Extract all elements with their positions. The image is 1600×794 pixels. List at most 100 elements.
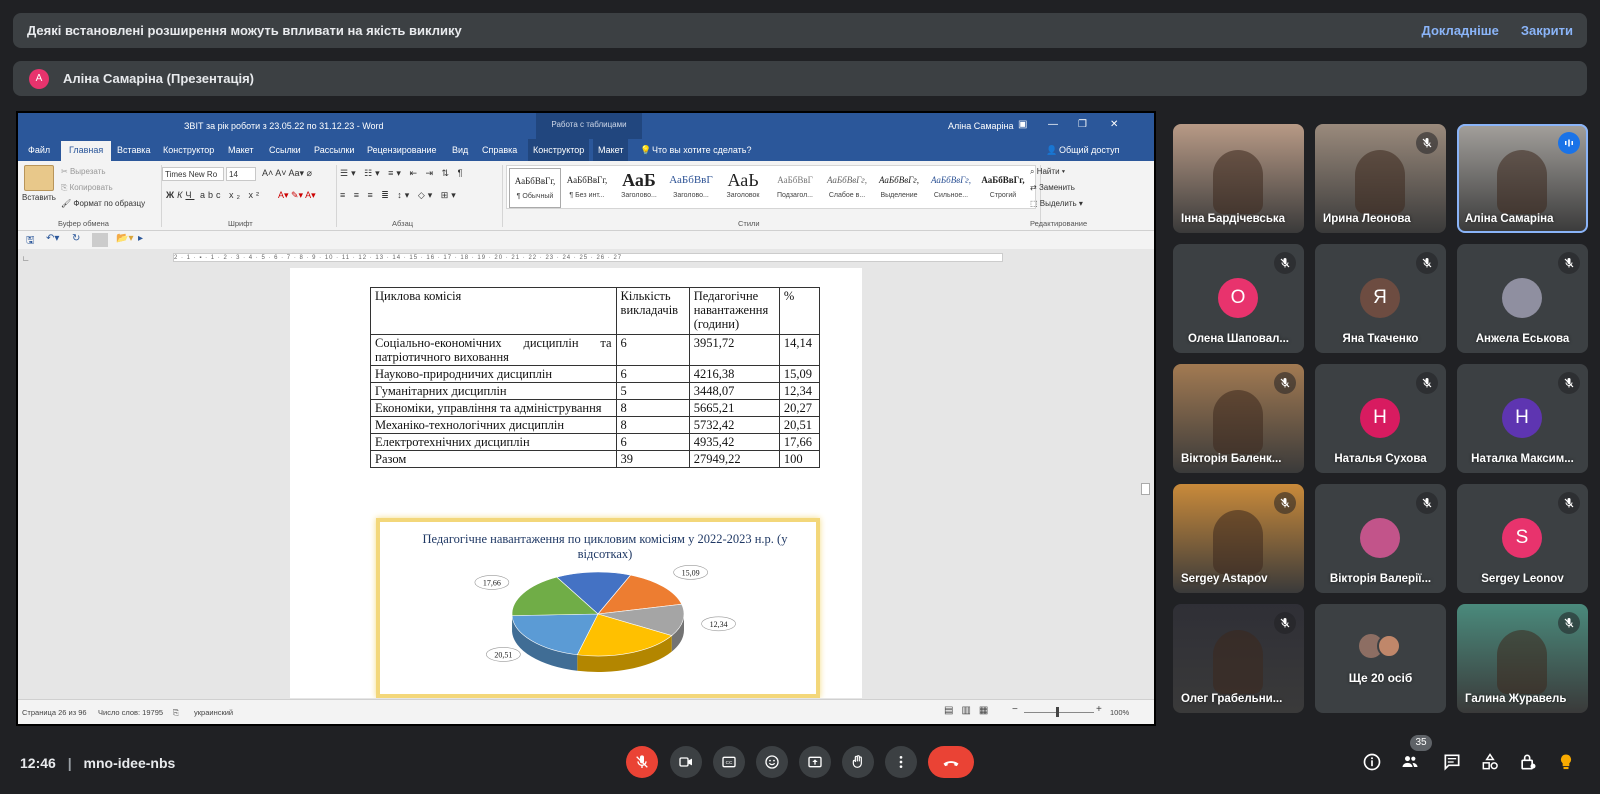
style-subtitle[interactable]: АаБбВвГ Подзагол... (769, 168, 821, 208)
participant-tile[interactable]: S Sergey Leonov (1457, 484, 1588, 593)
participant-tile[interactable]: Н Наталка Максим... (1457, 364, 1588, 473)
tab-layout[interactable]: Макет (228, 145, 253, 155)
tab-table-design[interactable]: Конструктор (528, 139, 590, 161)
zoom-out-icon[interactable]: − (1012, 704, 1018, 715)
zoom-slider-thumb[interactable] (1056, 707, 1059, 717)
tab-view[interactable]: Вид (452, 145, 468, 155)
tab-review[interactable]: Рецензирование (367, 145, 437, 155)
style-strong[interactable]: АаБбВвГг, Строгий (977, 168, 1029, 208)
maximize-icon[interactable]: ❐ (1078, 119, 1087, 130)
font-color-icon[interactable]: A▾ ✎▾ A▾ (278, 190, 316, 201)
document-page[interactable]: Циклова комісія Кількість викладачів Пед… (290, 268, 862, 698)
paste-button[interactable]: Вставить (22, 193, 56, 202)
participant-tile[interactable]: О Олена Шаповал... (1173, 244, 1304, 353)
host-controls-button[interactable] (1516, 750, 1540, 774)
find-button[interactable]: ⌕ Найти ▾ (1030, 167, 1065, 177)
styles-gallery[interactable]: АаБбВвГг, ¶ Обычный АаБбВвГг, ¶ Без инт...… (506, 165, 1036, 209)
participant-tile[interactable]: Я Яна Ткаченко (1315, 244, 1446, 353)
meeting-code[interactable]: mno-idee-nbs (84, 755, 176, 771)
meeting-details-button[interactable] (1360, 750, 1384, 774)
participant-photo-avatar (1360, 518, 1400, 558)
participant-tile[interactable]: Олег Грабельни... (1173, 604, 1304, 713)
ribbon-display-icon[interactable]: ▣ (1018, 119, 1027, 130)
activities-button[interactable] (1478, 750, 1502, 774)
redo-icon[interactable]: ↻ (72, 233, 80, 244)
tab-mailings[interactable]: Рассылки (314, 145, 354, 155)
style-heading-1[interactable]: АаБ Заголово... (613, 168, 665, 208)
style-no-spacing[interactable]: АаБбВвГг, ¶ Без инт... (561, 168, 613, 208)
list-buttons[interactable]: ☰▾ ☷▾ ≡▾ ⇤ ⇥ ⇅ ¶ (340, 168, 465, 179)
tell-me-box[interactable]: Что вы хотите сделать? (652, 145, 752, 155)
align-buttons[interactable]: ≡ ≡ ≡ ≣ ↕▾ ◇▾ ⊞▾ (340, 190, 459, 201)
proofing-icon[interactable]: ⎘ (173, 708, 179, 718)
participant-tile[interactable]: Інна Бардічевська (1173, 124, 1304, 233)
camera-button[interactable] (670, 746, 702, 778)
more-options-button[interactable] (885, 746, 917, 778)
minimize-icon[interactable]: — (1048, 119, 1058, 130)
chat-button[interactable] (1440, 750, 1464, 774)
people-button[interactable] (1398, 750, 1422, 774)
scroll-thumb[interactable] (1141, 483, 1150, 495)
save-icon[interactable]: 🖫 (26, 233, 35, 250)
copy-button[interactable]: ⎘ Копировать (61, 183, 113, 193)
raise-hand-button[interactable] (842, 746, 874, 778)
style-emphasis[interactable]: АаБбВвГг, Выделение (873, 168, 925, 208)
leave-call-button[interactable] (928, 746, 974, 778)
open-icon[interactable]: 📂▾ (116, 233, 133, 244)
zoom-in-icon[interactable]: + (1096, 704, 1102, 715)
language[interactable]: украинский (194, 708, 233, 717)
font-size-buttons[interactable]: A˄ A˅ Aa▾ ⌀ (262, 168, 312, 179)
participant-tile[interactable]: Вікторія Валерії... (1315, 484, 1446, 593)
style-normal[interactable]: АаБбВвГг, ¶ Обычный (509, 168, 561, 208)
participant-tile[interactable]: Анжела Еськова (1457, 244, 1588, 353)
present-button[interactable] (799, 746, 831, 778)
page-count[interactable]: Страница 26 из 96 (22, 708, 87, 717)
tab-insert[interactable]: Вставка (117, 145, 150, 155)
participant-tile[interactable]: Ирина Леонова (1315, 124, 1446, 233)
replace-button[interactable]: ⇄ Заменить (1030, 183, 1075, 192)
zoom-slider[interactable] (1024, 712, 1094, 713)
style-title[interactable]: АаЬ Заголовок (717, 168, 769, 208)
participant-tile[interactable]: Ще 20 осіб (1315, 604, 1446, 713)
tab-table-layout[interactable]: Макет (593, 139, 629, 161)
mic-off-button[interactable] (626, 746, 658, 778)
tab-file[interactable]: Файл (28, 145, 50, 155)
participant-tile[interactable]: Н Наталья Сухова (1315, 364, 1446, 473)
style-subtle-emphasis[interactable]: АаБбВвГг, Слабое в... (821, 168, 873, 208)
view-buttons[interactable]: ▤▥▦ (944, 705, 996, 716)
cut-button[interactable]: ✂ Вырезать (61, 167, 106, 176)
more-participants-avatars (1359, 634, 1403, 658)
tab-selector-icon[interactable]: ∟ (22, 254, 30, 263)
font-size-select[interactable]: 14 (226, 167, 256, 181)
pie-chart-frame[interactable]: Педагогічне навантаження по цикловим ком… (376, 518, 820, 698)
undo-icon[interactable]: ↶▾ (46, 233, 59, 244)
tab-home[interactable]: Главная (61, 141, 112, 161)
horizontal-ruler[interactable]: 2 · 1 · ▪ · 1 · 2 · 3 · 4 · 5 · 6 · 7 · … (173, 253, 1003, 262)
participant-tile[interactable]: Галина Журавель (1457, 604, 1588, 713)
participant-tile[interactable]: Sergey Astapov (1173, 484, 1304, 593)
font-name-select[interactable]: Times New Ro (162, 167, 224, 181)
tab-help[interactable]: Справка (482, 145, 517, 155)
participant-tile[interactable]: Аліна Самаріна (1457, 124, 1588, 233)
word-count[interactable]: Число слов: 19795 (98, 708, 163, 717)
style-heading-2[interactable]: АаБбВвГ Заголово... (665, 168, 717, 208)
font-format-buttons[interactable]: ЖКЧ abc x₂ x² (166, 190, 262, 200)
tab-references[interactable]: Ссылки (269, 145, 301, 155)
style-intense-emphasis[interactable]: АаБбВвГг, Сильное... (925, 168, 977, 208)
captions-button[interactable]: CC (713, 746, 745, 778)
learn-more-link[interactable]: Докладніше (1422, 23, 1499, 38)
emoji-button[interactable] (756, 746, 788, 778)
share-button[interactable]: Общий доступ (1059, 145, 1119, 155)
gemini-button[interactable] (1554, 750, 1578, 774)
close-icon[interactable]: ✕ (1110, 119, 1118, 130)
select-button[interactable]: ⬚ Выделить ▾ (1030, 199, 1083, 208)
page-icon[interactable] (92, 233, 108, 247)
close-banner-link[interactable]: Закрити (1521, 23, 1573, 38)
paste-icon[interactable] (24, 165, 54, 191)
tab-design[interactable]: Конструктор (163, 145, 214, 155)
customize-icon[interactable]: ▸ (138, 233, 143, 244)
format-painter-button[interactable]: 🖌 Формат по образцу (61, 199, 145, 208)
participant-tile[interactable]: Вікторія Баленк... (1173, 364, 1304, 473)
vertical-scrollbar[interactable] (1138, 253, 1152, 699)
zoom-level[interactable]: 100% (1110, 708, 1129, 717)
